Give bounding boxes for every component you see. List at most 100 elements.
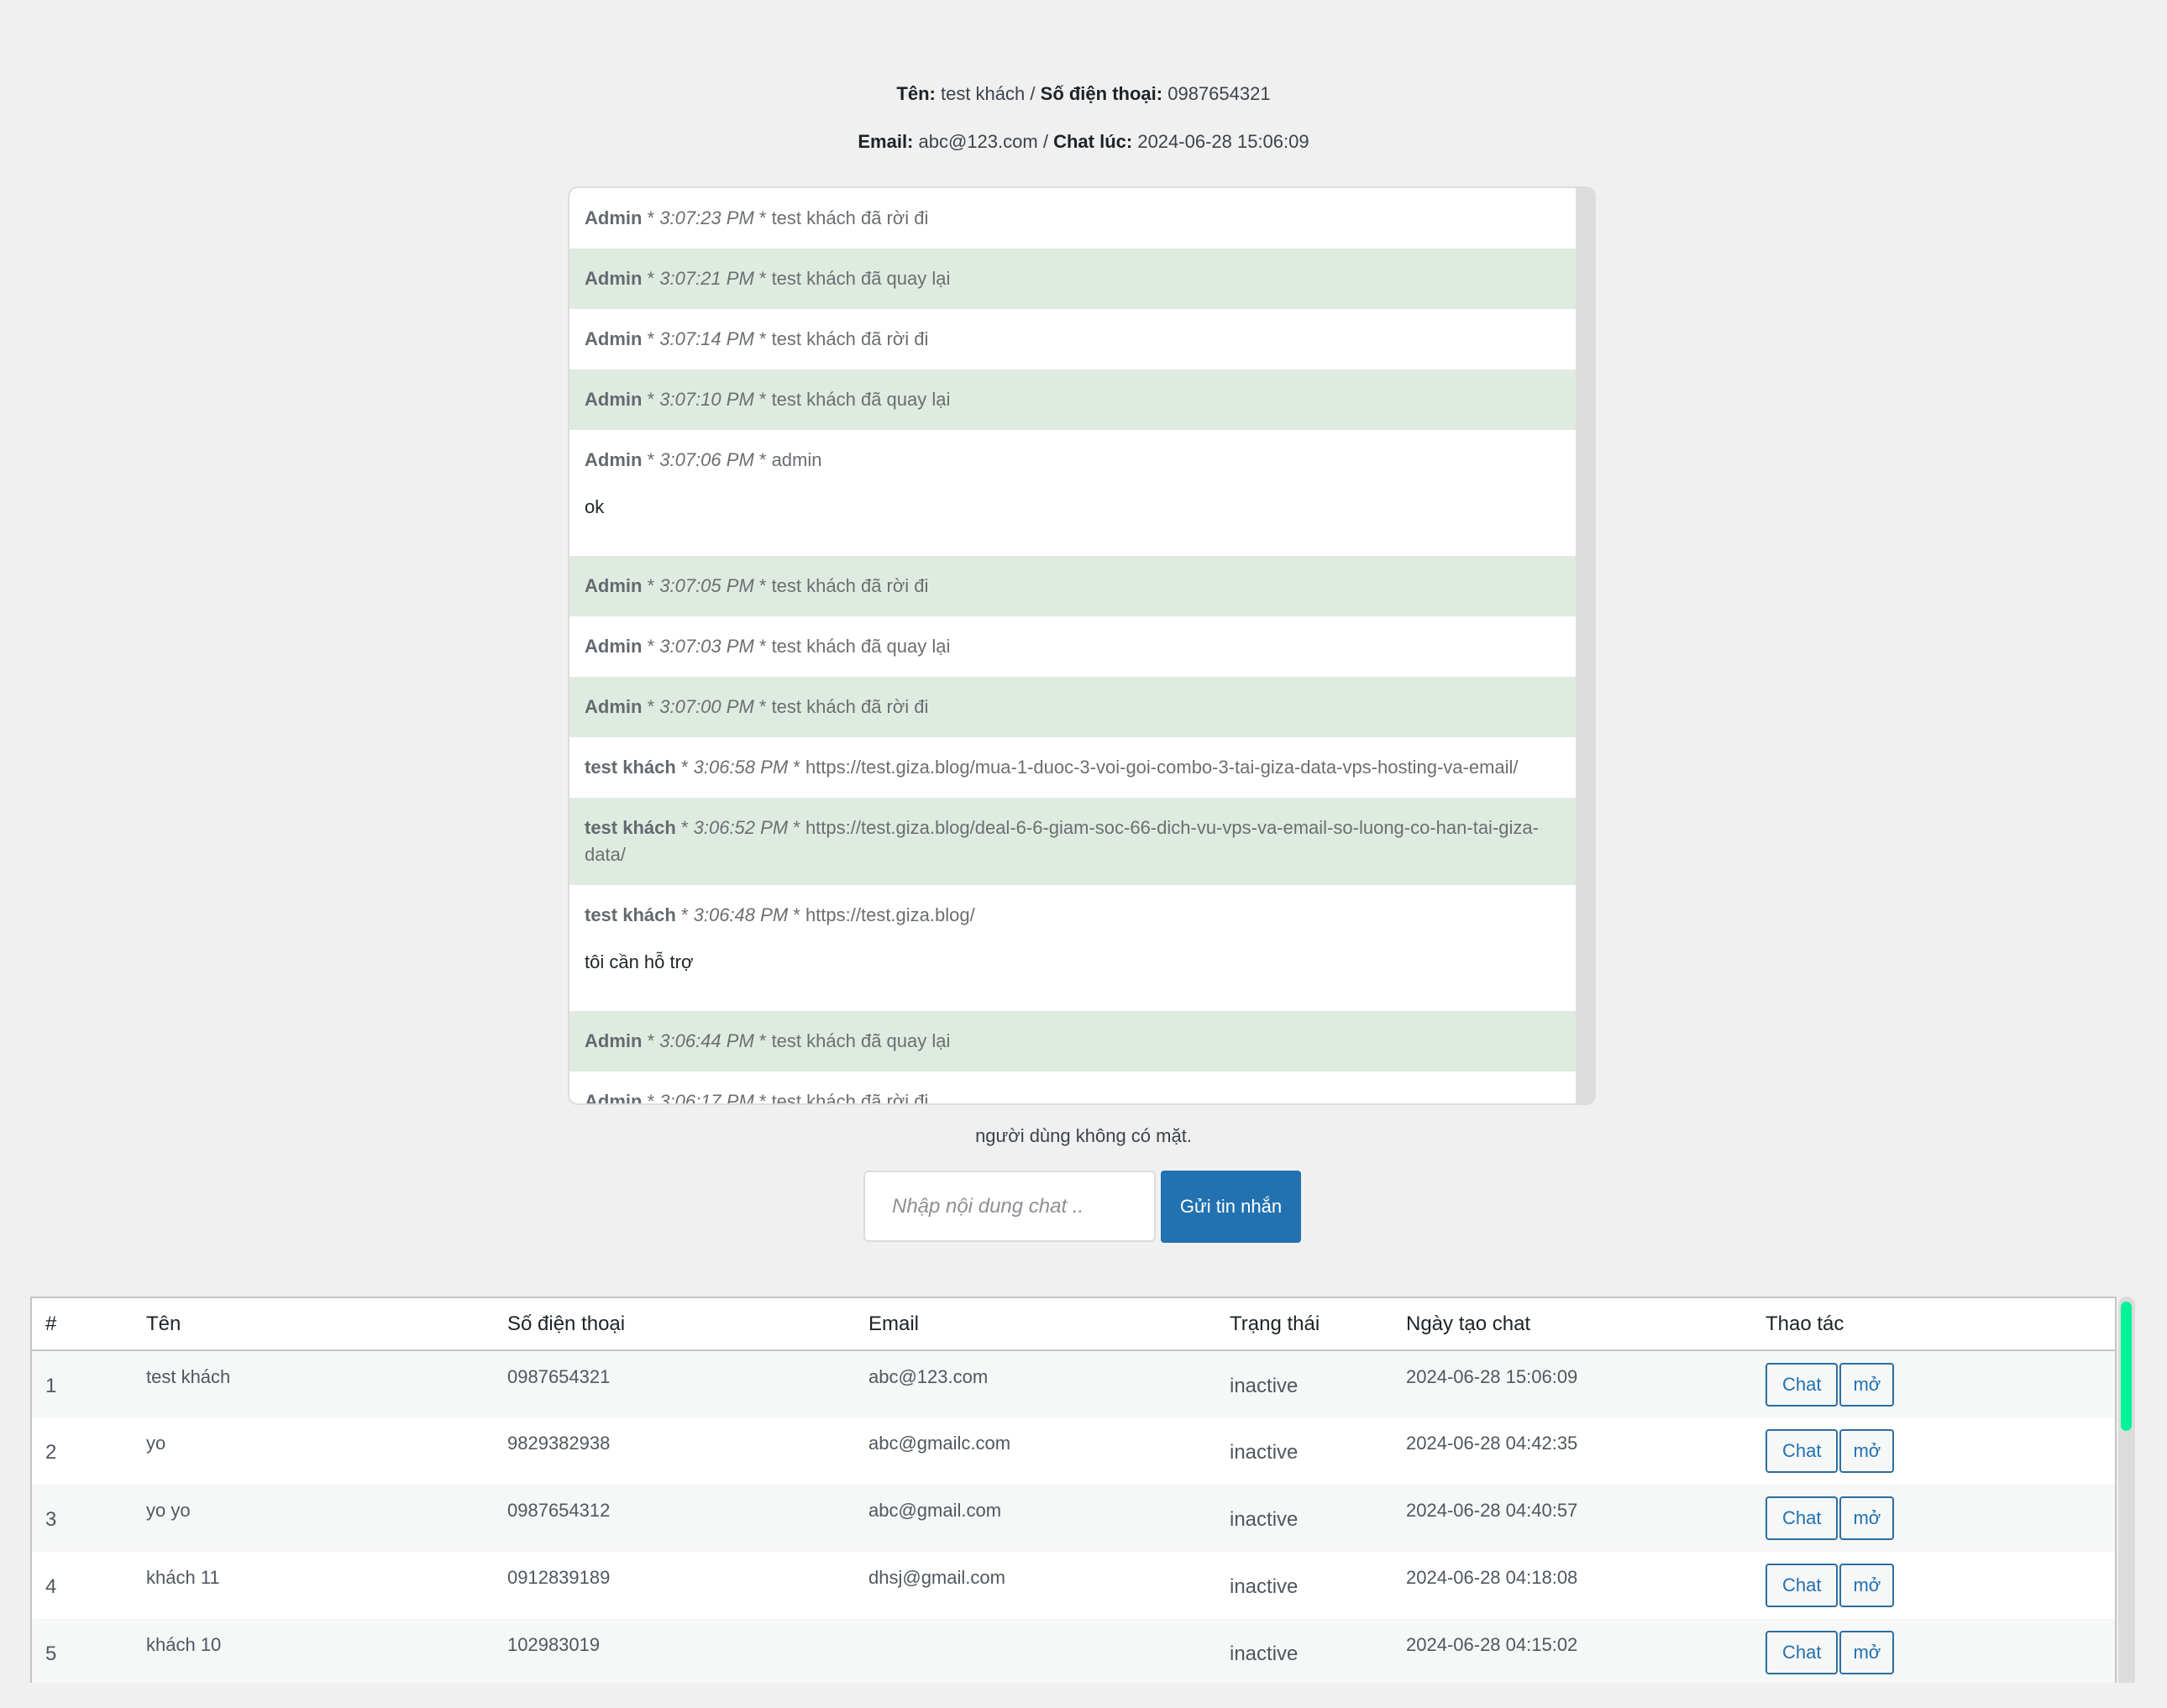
chat-at-label: Chat lúc: [1053, 131, 1133, 152]
message-text: https://test.giza.blog/ [805, 904, 975, 925]
chat-message-input[interactable] [863, 1171, 1156, 1242]
meta-separator: * [642, 1091, 660, 1103]
chat-message-meta: Admin * 3:07:03 PM * test khách đã quay … [585, 633, 1561, 660]
phone-label: Số điện thoại: [1040, 83, 1163, 104]
message-time: 3:06:58 PM [693, 757, 789, 778]
separator: / [1030, 83, 1036, 104]
message-time: 3:07:06 PM [659, 449, 754, 470]
meta-separator: * [642, 389, 660, 410]
row-phone: 9829382938 [494, 1417, 855, 1485]
col-header-number: # [32, 1298, 133, 1351]
meta-separator: * [675, 817, 694, 838]
table-row: 5 khách 10 102983019 inactive 2024-06-28 04:… [32, 1619, 2115, 1683]
meta-separator: * [753, 207, 772, 228]
meta-separator: * [753, 389, 772, 410]
chat-message: Admin * 3:07:06 PM * admin ok [569, 430, 1576, 556]
open-button[interactable]: mở [1839, 1564, 1895, 1607]
chat-message-meta: test khách * 3:06:52 PM * https://test.g… [585, 815, 1561, 868]
open-button[interactable]: mở [1839, 1631, 1895, 1674]
message-body: tôi cần hỗ trợ [585, 951, 694, 972]
row-number: 1 [32, 1350, 133, 1417]
chat-message: Admin * 3:07:05 PM * test khách đã rời đ… [569, 556, 1576, 616]
meta-separator: * [788, 757, 805, 778]
table-row: 3 yo yo 0987654312 abc@gmail.com inactive 202… [32, 1485, 2115, 1552]
row-status: inactive [1216, 1485, 1393, 1552]
table-row: 4 khách 11 0912839189 dhsj@gmail.com inactiv… [32, 1552, 2115, 1619]
open-button[interactable]: mở [1839, 1429, 1895, 1473]
table-scrollbar-thumb[interactable] [2121, 1302, 2132, 1431]
chat-button[interactable]: Chat [1766, 1631, 1839, 1674]
message-text: test khách đã rời đi [771, 207, 929, 228]
send-message-button[interactable]: Gửi tin nhắn [1161, 1171, 1301, 1243]
open-button[interactable]: mở [1839, 1363, 1895, 1407]
chat-button[interactable]: Chat [1766, 1363, 1839, 1407]
message-text: test khách đã rời đi [771, 328, 929, 349]
meta-separator: * [675, 904, 694, 925]
meta-separator: * [788, 904, 805, 925]
chat-message-meta: Admin * 3:07:05 PM * test khách đã rời đ… [585, 573, 1561, 600]
row-actions: Chat mở [1752, 1619, 2115, 1683]
chat-button[interactable]: Chat [1766, 1429, 1839, 1473]
chat-message-meta: test khách * 3:06:58 PM * https://test.g… [585, 754, 1561, 781]
email-label: Email: [858, 131, 914, 152]
presence-status: người dùng không có mặt. [975, 1125, 1192, 1146]
message-sender: Admin [585, 1091, 643, 1103]
chat-button[interactable]: Chat [1766, 1564, 1839, 1607]
chat-message: Admin * 3:07:10 PM * test khách đã quay … [569, 369, 1576, 430]
message-text: https://test.giza.blog/mua-1-duoc-3-voi-… [805, 757, 1519, 778]
open-button[interactable]: mở [1839, 1496, 1895, 1540]
chat-form: Gửi tin nhắn [863, 1171, 1301, 1243]
message-time: 3:06:48 PM [693, 904, 789, 925]
message-time: 3:07:00 PM [659, 696, 754, 717]
message-time: 3:07:05 PM [659, 575, 754, 596]
meta-separator: * [642, 575, 660, 596]
chat-at-value: 2024-06-28 15:06:09 [1137, 131, 1309, 152]
message-sender: test khách [585, 757, 676, 778]
row-email: abc@gmailc.com [855, 1417, 1216, 1485]
message-text: test khách đã rời đi [771, 696, 929, 717]
table-header-row: # Tên Số điện thoại Email Trạng thái Ngà… [32, 1298, 2115, 1351]
chat-message-meta: Admin * 3:07:14 PM * test khách đã rời đ… [585, 326, 1561, 353]
chat-message: Admin * 3:07:21 PM * test khách đã quay … [569, 249, 1576, 309]
chat-message: Admin * 3:07:23 PM * test khách đã rời đ… [569, 188, 1576, 249]
row-phone: 0987654312 [494, 1485, 855, 1552]
name-value: test khách [940, 83, 1026, 104]
chat-message-meta: Admin * 3:06:44 PM * test khách đã quay … [585, 1028, 1561, 1055]
chat-message: Admin * 3:06:44 PM * test khách đã quay … [569, 1011, 1576, 1071]
row-status: inactive [1216, 1350, 1393, 1417]
meta-separator: * [753, 1030, 772, 1051]
message-text: test khách đã quay lại [771, 268, 951, 289]
table-scrollbar[interactable] [2118, 1297, 2135, 1683]
chat-button[interactable]: Chat [1766, 1496, 1839, 1540]
row-number: 4 [32, 1552, 133, 1619]
phone-value: 0987654321 [1167, 83, 1271, 104]
col-header-name: Tên [133, 1298, 494, 1351]
row-status: inactive [1216, 1417, 1393, 1485]
message-time: 3:07:14 PM [659, 328, 754, 349]
chat-message: test khách * 3:06:58 PM * https://test.g… [569, 737, 1576, 798]
row-created-at: 2024-06-28 04:42:35 [1393, 1417, 1752, 1485]
message-sender: Admin [585, 636, 643, 657]
col-header-created: Ngày tạo chat [1393, 1298, 1752, 1351]
message-time: 3:06:44 PM [659, 1030, 754, 1051]
meta-separator: * [642, 268, 660, 289]
row-email: abc@123.com [855, 1350, 1216, 1417]
chat-scrollbar[interactable] [1576, 188, 1594, 1103]
customer-info-line-2: Email: abc@123.com / Chat lúc: 2024-06-2… [0, 131, 2167, 153]
chat-message-meta: Admin * 3:07:21 PM * test khách đã quay … [585, 265, 1561, 292]
chat-log[interactable]: Admin * 3:07:23 PM * test khách đã rời đ… [568, 186, 1596, 1105]
row-phone: 0987654321 [494, 1350, 855, 1417]
message-text: admin [771, 449, 822, 470]
message-text: test khách đã quay lại [771, 389, 951, 410]
row-phone: 102983019 [494, 1619, 855, 1683]
message-sender: test khách [585, 904, 676, 925]
meta-separator: * [642, 449, 660, 470]
row-status: inactive [1216, 1619, 1393, 1683]
meta-separator: * [753, 328, 772, 349]
chat-message: Admin * 3:07:00 PM * test khách đã rời đ… [569, 677, 1576, 737]
message-time: 3:07:21 PM [659, 268, 754, 289]
message-sender: Admin [585, 696, 643, 717]
col-header-status: Trạng thái [1216, 1298, 1393, 1351]
row-created-at: 2024-06-28 15:06:09 [1393, 1350, 1752, 1417]
separator: / [1042, 131, 1048, 152]
